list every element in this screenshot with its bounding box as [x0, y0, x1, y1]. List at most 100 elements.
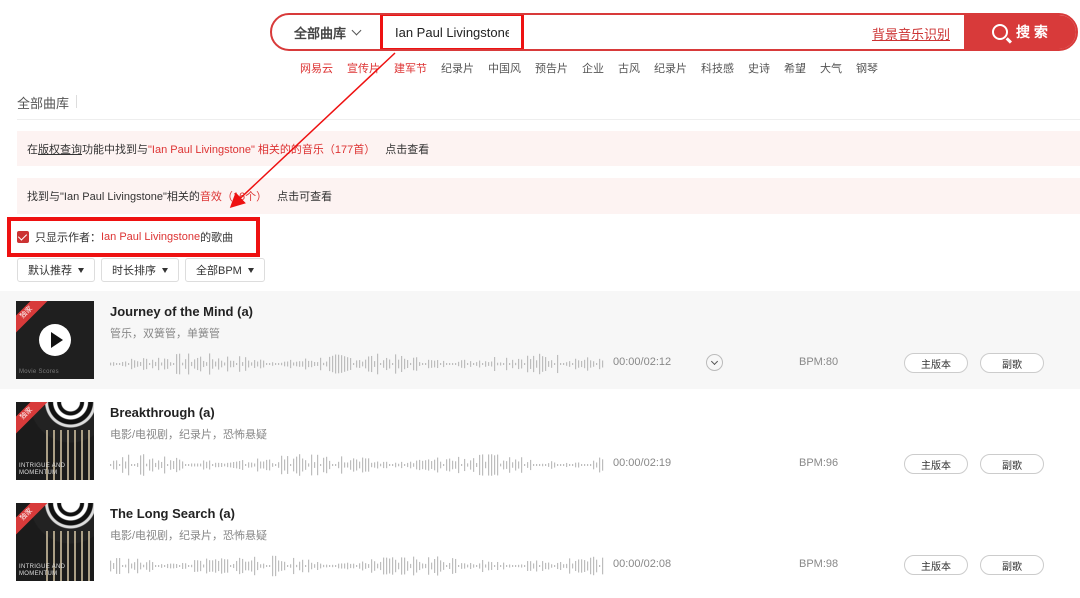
- waveform[interactable]: [110, 351, 605, 377]
- waveform-bar: [470, 460, 472, 470]
- waveform-bar: [512, 462, 514, 468]
- main-version-button[interactable]: 主版本: [904, 555, 968, 575]
- hot-tag[interactable]: 网易云: [300, 60, 333, 76]
- chorus-button[interactable]: 副歌: [980, 353, 1044, 373]
- notice-action[interactable]: 点击可查看: [277, 188, 332, 204]
- waveform-bar: [296, 361, 298, 367]
- waveform-bar: [473, 363, 475, 365]
- main-version-button[interactable]: 主版本: [904, 353, 968, 373]
- waveform-bar: [395, 462, 397, 468]
- track-cover[interactable]: INTRIGUE AND MOMENTUM 独家: [16, 503, 94, 581]
- sort-filters: 默认推荐 时长排序 全部BPM: [17, 258, 265, 282]
- hot-tag[interactable]: 纪录片: [654, 60, 687, 76]
- hot-tag[interactable]: 企业: [582, 60, 604, 76]
- chorus-button[interactable]: 副歌: [980, 555, 1044, 575]
- hot-tag[interactable]: 史诗: [748, 60, 770, 76]
- track-bpm: BPM:80: [799, 356, 839, 368]
- waveform-bar: [242, 558, 244, 574]
- caret-down-icon: [247, 267, 254, 273]
- waveform-bar: [392, 464, 394, 466]
- hot-tag[interactable]: 预告片: [535, 60, 568, 76]
- waveform-bar: [395, 559, 397, 573]
- checkbox-checked-icon[interactable]: [17, 231, 29, 243]
- waveform-bar: [314, 361, 316, 367]
- hot-tag[interactable]: 宣传片: [347, 60, 380, 76]
- waveform-bar: [368, 458, 370, 472]
- waveform-bar: [527, 561, 529, 571]
- waveform-bar: [230, 462, 232, 468]
- only-author-filter[interactable]: 只显示作者： Ian Paul Livingstone 的歌曲: [7, 217, 260, 257]
- hot-tag[interactable]: 古风: [618, 60, 640, 76]
- search-button[interactable]: 搜 索: [964, 15, 1076, 49]
- waveform-bar: [497, 561, 499, 571]
- waveform-bar: [158, 565, 160, 567]
- search-input[interactable]: [380, 15, 524, 49]
- track-title[interactable]: Journey of the Mind (a): [110, 304, 253, 319]
- filter-duration[interactable]: 时长排序: [101, 258, 179, 282]
- notice-highlight[interactable]: "Ian Paul Livingstone" 相关的的音乐（177首）: [148, 141, 375, 157]
- waveform-bar: [578, 559, 580, 573]
- hot-tag[interactable]: 纪录片: [441, 60, 474, 76]
- filter-bpm[interactable]: 全部BPM: [185, 258, 265, 282]
- waveform-bar: [533, 355, 535, 373]
- expand-chevron-icon[interactable]: [706, 354, 723, 371]
- waveform-bar: [395, 354, 397, 374]
- sfx-notice: 找到与"Ian Paul Livingstone"相关的 音效（16个） 点击可…: [17, 178, 1080, 214]
- waveform-bar: [314, 564, 316, 568]
- waveform-bar: [503, 562, 505, 570]
- filter-default[interactable]: 默认推荐: [17, 258, 95, 282]
- waveform[interactable]: [110, 553, 605, 579]
- track-row[interactable]: INTRIGUE AND MOMENTUM 独家 The Long Search…: [0, 493, 1080, 591]
- library-select[interactable]: 全部曲库: [272, 23, 380, 42]
- waveform-bar: [245, 357, 247, 371]
- track-title[interactable]: Breakthrough (a): [110, 405, 215, 420]
- waveform-bar: [251, 362, 253, 366]
- waveform-bar: [188, 353, 190, 375]
- waveform-bar: [209, 560, 211, 572]
- track-cover[interactable]: INTRIGUE AND MOMENTUM 独家: [16, 402, 94, 480]
- waveform-bar: [164, 358, 166, 370]
- hot-tag[interactable]: 大气: [820, 60, 842, 76]
- waveform[interactable]: [110, 452, 605, 478]
- chorus-button[interactable]: 副歌: [980, 454, 1044, 474]
- track-title[interactable]: The Long Search (a): [110, 506, 235, 521]
- waveform-bar: [476, 565, 478, 567]
- waveform-bar: [119, 362, 121, 366]
- waveform-bar: [206, 461, 208, 469]
- waveform-bar: [602, 459, 604, 471]
- waveform-bar: [212, 359, 214, 369]
- hot-tag[interactable]: 中国风: [488, 60, 521, 76]
- waveform-bar: [560, 363, 562, 365]
- waveform-bar: [449, 458, 451, 472]
- hot-tag[interactable]: 希望: [784, 60, 806, 76]
- waveform-bar: [419, 561, 421, 571]
- track-row[interactable]: Movie Scores 独家 Journey of the Mind (a) …: [0, 291, 1080, 389]
- waveform-bar: [317, 454, 319, 476]
- waveform-bar: [476, 362, 478, 366]
- waveform-bar: [350, 460, 352, 470]
- play-icon[interactable]: [39, 324, 71, 356]
- main-version-button[interactable]: 主版本: [904, 454, 968, 474]
- waveform-bar: [137, 361, 139, 367]
- waveform-bar: [353, 363, 355, 365]
- waveform-bar: [347, 357, 349, 371]
- waveform-bar: [548, 463, 550, 467]
- waveform-bar: [197, 357, 199, 371]
- hot-tag[interactable]: 建军节: [394, 60, 427, 76]
- track-cover[interactable]: Movie Scores 独家: [16, 301, 94, 379]
- waveform-bar: [296, 456, 298, 474]
- hot-tag[interactable]: 钢琴: [856, 60, 878, 76]
- beat-recognition-link[interactable]: 背景音乐识别: [872, 24, 950, 43]
- waveform-bar: [191, 463, 193, 467]
- waveform-bar: [398, 562, 400, 570]
- waveform-bar: [149, 560, 151, 572]
- copyright-query-link[interactable]: 版权查询: [38, 141, 82, 157]
- waveform-bar: [482, 454, 484, 476]
- waveform-bar: [485, 361, 487, 367]
- waveform-bar: [587, 561, 589, 571]
- notice-action[interactable]: 点击查看: [385, 141, 429, 157]
- notice-highlight[interactable]: 音效（16个）: [200, 188, 267, 204]
- waveform-bar: [254, 463, 256, 467]
- track-row[interactable]: INTRIGUE AND MOMENTUM 独家 Breakthrough (a…: [0, 392, 1080, 490]
- hot-tag[interactable]: 科技感: [701, 60, 734, 76]
